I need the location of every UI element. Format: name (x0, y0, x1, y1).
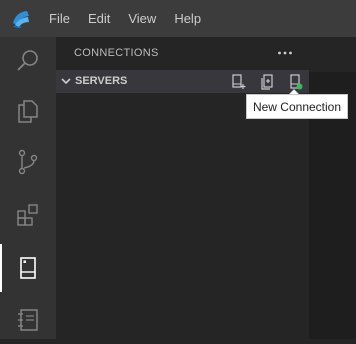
activity-notebooks[interactable] (0, 296, 56, 344)
activity-connections[interactable] (0, 244, 56, 292)
new-connection-tooltip: New Connection (246, 94, 348, 119)
more-actions-button[interactable] (274, 42, 296, 64)
activity-search[interactable] (0, 37, 56, 85)
menu-edit[interactable]: Edit (88, 11, 110, 26)
sidebar-header: CONNECTIONS (56, 37, 309, 70)
connections-icon (20, 257, 36, 279)
servers-section-title: SERVERS (75, 75, 128, 87)
explorer-icon (18, 100, 38, 123)
editor-area (309, 37, 356, 339)
extensions-icon (17, 204, 38, 226)
menu-file[interactable]: File (49, 11, 70, 26)
activity-bar (0, 37, 56, 339)
activity-explorer[interactable] (0, 87, 56, 135)
menu-bar: File Edit View Help (49, 0, 219, 37)
sidebar-title: CONNECTIONS (74, 47, 159, 59)
editor-tab-bar (309, 37, 356, 72)
activity-source-control[interactable] (0, 138, 56, 186)
title-bar: File Edit View Help (0, 0, 356, 37)
new-server-group-icon (261, 74, 273, 90)
azure-data-studio-logo-icon (13, 11, 29, 29)
connections-sidebar: CONNECTIONS SERVERS (56, 37, 309, 339)
servers-section-header[interactable]: SERVERS (56, 70, 309, 93)
source-control-icon (18, 149, 38, 175)
menu-help[interactable]: Help (174, 11, 201, 26)
notebooks-icon (18, 309, 38, 331)
activity-extensions[interactable] (0, 191, 56, 239)
ellipsis-icon (278, 51, 292, 55)
active-connections-icon (290, 74, 303, 90)
new-connection-button[interactable] (227, 71, 249, 93)
menu-view[interactable]: View (128, 11, 156, 26)
chevron-down-icon (61, 78, 71, 85)
new-server-group-button[interactable] (256, 71, 278, 93)
search-icon (17, 50, 38, 71)
new-connection-icon (232, 74, 246, 89)
